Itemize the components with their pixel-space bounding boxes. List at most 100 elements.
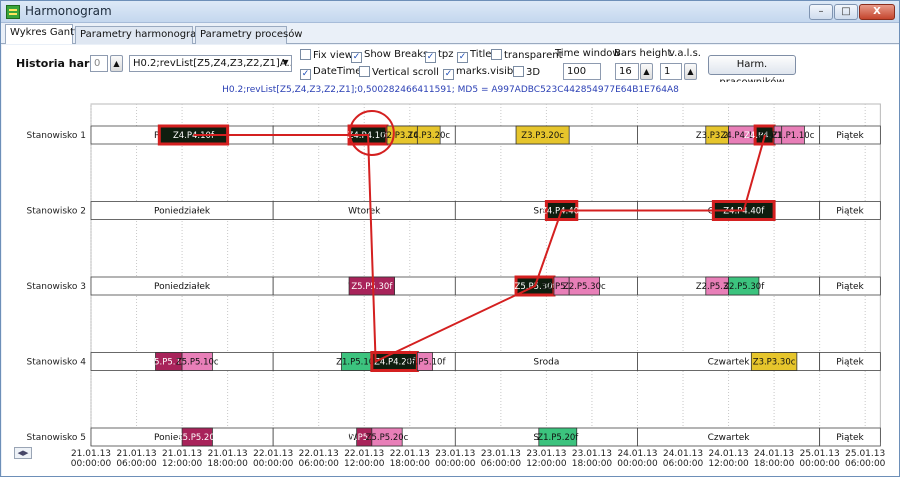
x-tick-date: 21.01.13	[71, 449, 111, 459]
vals-label: v.a.l.s.	[669, 48, 701, 59]
task-label: Z5.P5.10c	[176, 358, 219, 368]
x-tick-time: 18:00:00	[390, 459, 431, 469]
bars-height-stepper[interactable]: ▲	[640, 63, 653, 80]
window-title: Harmonogram	[25, 4, 112, 18]
x-tick-time: 12:00:00	[344, 459, 385, 469]
x-tick-time: 12:00:00	[526, 459, 567, 469]
app-icon	[6, 5, 20, 19]
tab-wykres-gantta[interactable]: Wykres Gantta	[5, 24, 84, 44]
checkmark-icon: ✓	[425, 52, 436, 63]
x-tick-time: 00:00:00	[435, 459, 476, 469]
history-select[interactable]: H0.2;revList[Z5,Z4,Z3,Z2,Z1]A...	[129, 55, 292, 72]
x-tick-date: 25.01.13	[800, 449, 840, 459]
close-button[interactable]: X	[859, 4, 895, 20]
checkmark-icon: ✓	[351, 52, 362, 63]
time-window-input[interactable]: 100	[563, 63, 601, 80]
day-label: Piątek	[836, 358, 864, 368]
time-window-label: Time window	[555, 48, 621, 59]
show-breaks-checkbox[interactable]: ✓ Show Breaks	[351, 49, 428, 63]
checkmark-icon: ✓	[300, 69, 311, 80]
x-tick-time: 12:00:00	[162, 459, 203, 469]
maximize-button[interactable]: □	[834, 4, 858, 20]
x-tick-time: 06:00:00	[116, 459, 157, 469]
fix-view-checkbox[interactable]: Fix view	[300, 49, 353, 62]
day-label: Czwartek	[708, 433, 751, 443]
3d-checkbox[interactable]: 3D	[513, 66, 540, 79]
x-tick-date: 21.01.13	[162, 449, 202, 459]
task-label: Z1.P5.20f	[537, 433, 579, 443]
history-index-input[interactable]: 0	[90, 55, 108, 72]
checkmark-icon: ✓	[457, 52, 468, 63]
x-tick-date: 25.01.13	[845, 449, 885, 459]
title-bar[interactable]: Harmonogram – □ X	[1, 1, 899, 23]
x-tick-time: 06:00:00	[845, 459, 886, 469]
x-tick-date: 23.01.13	[572, 449, 612, 459]
history-index-stepper[interactable]: ▲	[110, 55, 123, 72]
row-label: Stanowisko 3	[26, 282, 86, 292]
x-tick-time: 18:00:00	[572, 459, 613, 469]
day-label: Piątek	[836, 131, 864, 141]
bars-height-label: Bars height	[614, 48, 672, 59]
day-label: Poniedziałek	[154, 207, 211, 217]
vertical-scroll-checkbox[interactable]: Vertical scroll	[359, 66, 439, 79]
minimize-button[interactable]: –	[809, 4, 833, 20]
chevron-down-icon[interactable]: ▼	[279, 55, 292, 72]
row-label: Stanowisko 1	[26, 131, 86, 141]
tab-parametry-harmonogramu[interactable]: Parametry harmonogramu	[75, 26, 212, 44]
task-label: Z3.P3.20c	[521, 131, 564, 141]
x-tick-time: 12:00:00	[708, 459, 749, 469]
harmonogram-window: Harmonogram – □ X Wykres Gantta Parametr…	[0, 0, 900, 477]
x-tick-time: 00:00:00	[799, 459, 840, 469]
checkbox-icon	[491, 49, 502, 60]
x-tick-time: 00:00:00	[617, 459, 658, 469]
task-label: Z2.P5.30f	[723, 282, 765, 292]
tpz-checkbox[interactable]: ✓ tpz	[425, 49, 454, 63]
day-label: Piątek	[836, 207, 864, 217]
transparent-checkbox[interactable]: transparent	[491, 49, 563, 62]
row-label: Stanowisko 2	[26, 207, 86, 217]
tab-bar: Wykres Gantta Parametry harmonogramu Par…	[1, 24, 899, 44]
x-tick-time: 06:00:00	[481, 459, 522, 469]
marks-visible-checkbox[interactable]: ✓ marks.visible	[443, 66, 522, 80]
x-tick-date: 22.01.13	[390, 449, 430, 459]
x-tick-date: 21.01.13	[117, 449, 157, 459]
task-label: Z5.P5.20c	[366, 433, 409, 443]
row-label: Stanowisko 5	[26, 433, 86, 443]
task-label: Z3.P3.30c	[753, 358, 796, 368]
x-tick-date: 24.01.13	[709, 449, 749, 459]
task-label: Z4.P3.20c	[407, 131, 450, 141]
harm-pracownikow-button[interactable]: Harm. pracowników	[708, 55, 796, 88]
x-tick-date: 24.01.13	[754, 449, 794, 459]
x-tick-date: 24.01.13	[617, 449, 657, 459]
title-checkbox[interactable]: ✓ Title	[457, 49, 491, 63]
x-tick-date: 23.01.13	[435, 449, 475, 459]
day-label: Sroda	[533, 358, 559, 368]
task-label: Z2.P5.30c	[563, 282, 606, 292]
checkbox-icon	[300, 49, 311, 60]
datetime-checkbox[interactable]: ✓ DateTime	[300, 66, 361, 80]
x-tick-time: 00:00:00	[253, 459, 294, 469]
plot-area	[90, 103, 881, 443]
checkmark-icon: ✓	[443, 69, 454, 80]
gantt-chart: H0.2;revList[Z5,Z4,Z3,Z2,Z1];0,500282466…	[2, 82, 899, 476]
vals-input[interactable]: 1	[660, 63, 682, 80]
x-tick-time: 06:00:00	[663, 459, 704, 469]
x-tick-time: 18:00:00	[754, 459, 795, 469]
day-label: Piątek	[836, 433, 864, 443]
x-tick-time: 00:00:00	[71, 459, 112, 469]
row-label: Stanowisko 4	[26, 358, 86, 368]
vals-stepper[interactable]: ▲	[684, 63, 697, 80]
day-label: Czwartek	[708, 358, 751, 368]
gantt-svg: 21.01.1300:00:0021.01.1306:00:0021.01.13…	[26, 103, 886, 469]
x-tick-date: 21.01.13	[208, 449, 248, 459]
day-label: Poniedziałek	[154, 282, 211, 292]
x-tick-date: 22.01.13	[344, 449, 384, 459]
x-tick-date: 22.01.13	[299, 449, 339, 459]
bars-height-input[interactable]: 16	[615, 63, 639, 80]
x-tick-time: 06:00:00	[298, 459, 339, 469]
task-label: Z5.P5.20f	[177, 433, 219, 443]
tab-parametry-procesow[interactable]: Parametry procesów	[195, 26, 303, 44]
x-tick-date: 23.01.13	[526, 449, 566, 459]
day-label: Wtorek	[348, 207, 381, 217]
scroll-arrows-icon[interactable]: ◀▶	[14, 447, 32, 459]
